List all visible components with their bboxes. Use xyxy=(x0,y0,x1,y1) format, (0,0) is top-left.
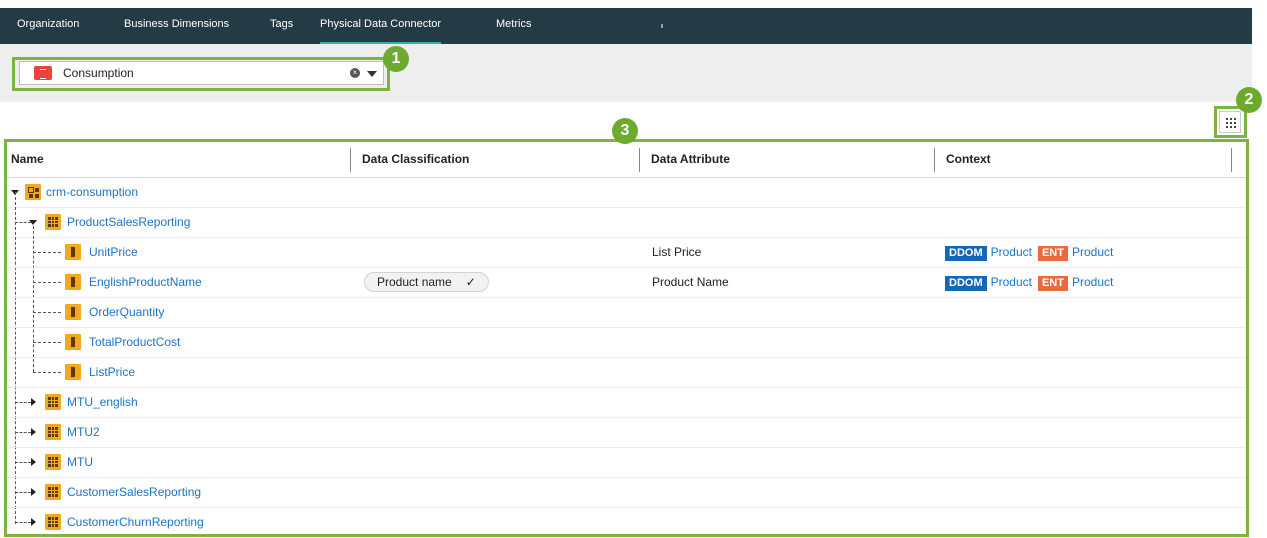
data-table: Name Data Classification Data Attribute … xyxy=(7,144,1246,534)
annotation-badge-1: 1 xyxy=(383,46,409,72)
column-icon xyxy=(65,304,81,320)
classification-pill[interactable]: Product name ✓ xyxy=(364,272,489,292)
column-icon xyxy=(65,334,81,350)
ent-tag: ENT xyxy=(1037,246,1068,261)
tree-connector xyxy=(15,492,31,493)
expand-icon[interactable] xyxy=(31,398,36,406)
table-icon xyxy=(45,484,61,500)
tree-connector xyxy=(33,282,61,283)
column-icon xyxy=(65,244,81,260)
context-link[interactable]: Product xyxy=(1072,275,1113,289)
expand-icon[interactable] xyxy=(31,518,36,526)
row-name[interactable]: EnglishProductName xyxy=(89,275,202,289)
row-name[interactable]: OrderQuantity xyxy=(89,305,164,319)
column-divider[interactable] xyxy=(1231,148,1232,172)
table-row[interactable]: MTU2 xyxy=(7,418,1246,448)
tree-connector xyxy=(33,342,61,343)
row-name[interactable]: TotalProductCost xyxy=(89,335,180,349)
tab-physical-data-connector[interactable]: Physical Data Connector xyxy=(320,8,442,44)
context-tags: DDOM Product ENT Product xyxy=(945,245,1119,261)
table-row[interactable]: EnglishProductName Product name ✓ Product… xyxy=(7,268,1246,298)
table-row[interactable]: CustomerChurnReporting xyxy=(7,508,1246,538)
tree-connector xyxy=(33,372,61,373)
row-name[interactable]: ListPrice xyxy=(89,365,135,379)
tree-connector xyxy=(15,432,31,433)
table-icon xyxy=(45,424,61,440)
row-name[interactable]: UnitPrice xyxy=(89,245,138,259)
table-row[interactable]: MTU xyxy=(7,448,1246,478)
tree-connector xyxy=(33,312,61,313)
column-picker-button[interactable] xyxy=(1219,111,1241,133)
column-divider[interactable] xyxy=(934,148,935,172)
column-icon xyxy=(65,364,81,380)
collapse-icon[interactable] xyxy=(29,220,37,225)
annotation-box-1 xyxy=(12,57,390,91)
data-attribute: Product Name xyxy=(652,275,729,289)
ddom-tag: DDOM xyxy=(945,276,987,291)
annotation-badge-3: 3 xyxy=(612,118,638,144)
context-link[interactable]: Product xyxy=(991,275,1032,289)
tab-metrics[interactable]: Metrics xyxy=(496,8,531,44)
nav-divider xyxy=(661,24,663,28)
tree-connector xyxy=(33,252,61,253)
table-row[interactable]: CustomerSalesReporting xyxy=(7,478,1246,508)
tab-tags[interactable]: Tags xyxy=(270,8,293,44)
tree-connector xyxy=(15,402,31,403)
check-icon: ✓ xyxy=(465,275,476,289)
column-divider[interactable] xyxy=(350,148,351,172)
tree-connector xyxy=(15,522,31,523)
table-icon xyxy=(45,514,61,530)
data-attribute: List Price xyxy=(652,245,702,259)
column-divider[interactable] xyxy=(639,148,640,172)
table-row[interactable]: ProductSalesReporting xyxy=(7,208,1246,238)
table-icon xyxy=(45,214,61,230)
tab-organization[interactable]: Organization xyxy=(17,8,79,44)
ent-tag: ENT xyxy=(1037,276,1068,291)
header-data-attribute[interactable]: Data Attribute xyxy=(651,152,730,166)
table-row[interactable]: TotalProductCost xyxy=(7,328,1246,358)
context-tags: DDOM Product ENT Product xyxy=(945,275,1119,291)
table-row[interactable]: OrderQuantity xyxy=(7,298,1246,328)
expand-icon[interactable] xyxy=(31,488,36,496)
header-data-classification[interactable]: Data Classification xyxy=(362,152,469,166)
header-name[interactable]: Name xyxy=(11,152,44,166)
context-link[interactable]: Product xyxy=(1072,245,1113,259)
context-link[interactable]: Product xyxy=(991,245,1032,259)
row-name[interactable]: MTU_english xyxy=(67,395,138,409)
row-name[interactable]: MTU xyxy=(67,455,93,469)
table-row[interactable]: MTU_english xyxy=(7,388,1246,418)
table-header: Name Data Classification Data Attribute … xyxy=(7,144,1246,178)
row-name[interactable]: CustomerSalesReporting xyxy=(67,485,201,499)
schema-icon xyxy=(25,184,41,200)
table-icon xyxy=(45,394,61,410)
table-icon xyxy=(45,454,61,470)
tree-connector xyxy=(15,462,31,463)
ddom-tag: DDOM xyxy=(945,246,987,261)
row-name[interactable]: crm-consumption xyxy=(46,185,138,199)
table-row[interactable]: crm-consumption xyxy=(7,178,1246,208)
column-icon xyxy=(65,274,81,290)
expand-icon[interactable] xyxy=(31,458,36,466)
table-row[interactable]: UnitPrice List Price DDOM Product ENT Produ… xyxy=(7,238,1246,268)
annotation-badge-2: 2 xyxy=(1236,87,1262,113)
top-nav: Organization Business Dimensions Tags Ph… xyxy=(0,8,1252,44)
row-name[interactable]: ProductSalesReporting xyxy=(67,215,190,229)
tab-business-dimensions[interactable]: Business Dimensions xyxy=(124,8,229,44)
header-context[interactable]: Context xyxy=(946,152,991,166)
row-name[interactable]: CustomerChurnReporting xyxy=(67,515,204,529)
table-row[interactable]: ListPrice xyxy=(7,358,1246,388)
classification-label: Product name xyxy=(377,275,452,289)
expand-icon[interactable] xyxy=(31,428,36,436)
row-name[interactable]: MTU2 xyxy=(67,425,100,439)
